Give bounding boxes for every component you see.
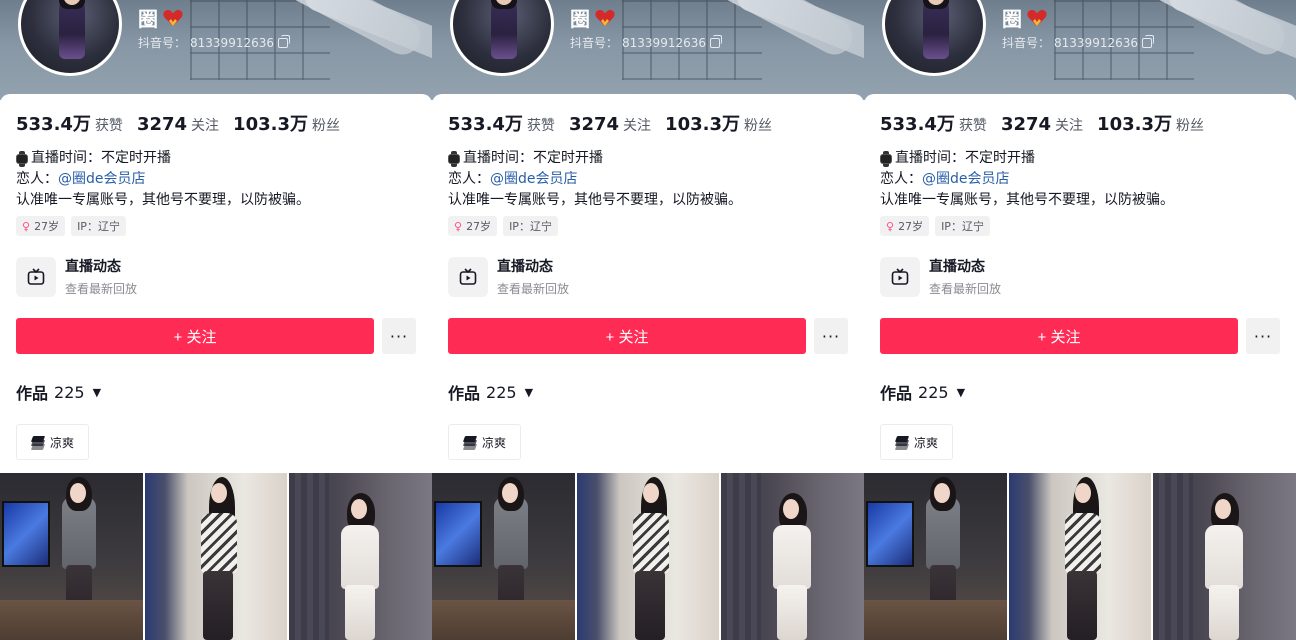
stat-followers[interactable]: 103.3万 粉丝 [233,110,340,136]
caret-down-icon: ▼ [956,385,966,399]
layers-icon [30,435,46,450]
stats-row: 533.4万 获赞 3274 关注 103.3万 粉丝 [16,110,354,136]
collection-chip[interactable]: 凉爽 [880,424,954,460]
video-grid [864,473,1296,640]
bio: 直播时间：不定时开播 恋人： @圈de会员店 认准唯一专属账号，其他号不要理，以防… [16,150,310,208]
layers-icon [462,435,478,450]
age-tag: ♀ 27岁 [16,216,66,236]
action-row: + 关注 ··· [16,318,416,354]
video-grid [432,473,864,640]
layers-icon [894,435,910,450]
follow-button[interactable]: + 关注 [448,318,806,354]
watch-icon [880,150,892,167]
video-thumbnail[interactable] [1153,473,1296,640]
live-updates[interactable]: 直播动态 查看最新回放 [448,256,569,297]
video-thumbnail[interactable] [289,473,432,640]
action-row: + 关注 ··· [880,318,1280,354]
collection-chip[interactable]: 凉爽 [448,424,522,460]
douyin-id: 抖音号： 81339912636 [138,34,290,51]
profile-name: 圈 [1002,7,1022,31]
tv-live-icon [880,256,920,297]
profile-name: 圈 [138,7,158,31]
female-icon: ♀ [454,219,463,233]
stat-likes[interactable]: 533.4万 获赞 [880,110,987,136]
follow-button[interactable]: + 关注 [16,318,374,354]
action-row: + 关注 ··· [448,318,848,354]
caret-down-icon: ▼ [92,385,102,399]
profile-panel-3: 圈 抖音号： 81339912636 533.4万 获赞 3274 关注 103.3… [864,0,1296,640]
avatar[interactable] [882,0,986,76]
watch-icon [448,150,460,167]
female-icon: ♀ [22,219,31,233]
heart-icon [162,7,184,29]
profile-tags: ♀ 27岁 IP：辽宁 [16,216,126,236]
watch-icon [16,150,28,167]
stat-following[interactable]: 3274 关注 [137,114,219,135]
tv-live-icon [448,256,488,297]
profile-banner: 圈 抖音号： 81339912636 [0,0,432,100]
bio: 直播时间：不定时开播 恋人： @圈de会员店 认准唯一专属账号，其他号不要理，以防… [448,150,742,208]
female-icon: ♀ [886,219,895,233]
live-updates[interactable]: 直播动态 查看最新回放 [16,256,137,297]
stats-row: 533.4万 获赞 3274 关注 103.3万 粉丝 [880,110,1218,136]
video-thumbnail[interactable] [576,473,720,640]
mention-link[interactable]: @圈de会员店 [490,169,578,190]
heart-icon [1026,7,1048,29]
ip-tag: IP：辽宁 [935,216,990,236]
profile-name: 圈 [570,7,590,31]
age-tag: ♀ 27岁 [880,216,930,236]
stat-likes[interactable]: 533.4万 获赞 [16,110,123,136]
tv-live-icon [16,256,56,297]
profile-banner: 圈 抖音号： 81339912636 [864,0,1296,100]
works-tab[interactable]: 作品 225 ▼ [16,380,101,404]
stats-row: 533.4万 获赞 3274 关注 103.3万 粉丝 [448,110,786,136]
triptych: 圈 抖音号： 81339912636 533.4万 获赞 3274 关注 103.3… [0,0,1296,640]
more-icon[interactable]: ··· [1246,318,1280,354]
caret-down-icon: ▼ [524,385,534,399]
stat-followers[interactable]: 103.3万 粉丝 [665,110,772,136]
video-thumbnail[interactable] [144,473,288,640]
video-thumbnail[interactable] [864,473,1007,640]
stat-following[interactable]: 3274 关注 [1001,114,1083,135]
avatar[interactable] [18,0,122,76]
video-grid [0,473,432,640]
ip-tag: IP：辽宁 [503,216,558,236]
copy-icon[interactable] [710,34,722,48]
copy-icon[interactable] [278,34,290,48]
video-thumbnail[interactable] [1008,473,1152,640]
bio: 直播时间：不定时开播 恋人： @圈de会员店 认准唯一专属账号，其他号不要理，以防… [880,150,1174,208]
video-thumbnail[interactable] [0,473,143,640]
works-tab[interactable]: 作品 225 ▼ [448,380,533,404]
stat-following[interactable]: 3274 关注 [569,114,651,135]
video-thumbnail[interactable] [432,473,575,640]
profile-tags: ♀ 27岁 IP：辽宁 [880,216,990,236]
profile-panel-1: 圈 抖音号： 81339912636 533.4万 获赞 3274 关注 103.3… [0,0,432,640]
mention-link[interactable]: @圈de会员店 [58,169,146,190]
live-updates[interactable]: 直播动态 查看最新回放 [880,256,1001,297]
ip-tag: IP：辽宁 [71,216,126,236]
works-tab[interactable]: 作品 225 ▼ [880,380,965,404]
stat-likes[interactable]: 533.4万 获赞 [448,110,555,136]
copy-icon[interactable] [1142,34,1154,48]
age-tag: ♀ 27岁 [448,216,498,236]
collection-chip[interactable]: 凉爽 [16,424,90,460]
profile-tags: ♀ 27岁 IP：辽宁 [448,216,558,236]
douyin-id: 抖音号： 81339912636 [570,34,722,51]
video-thumbnail[interactable] [721,473,864,640]
follow-button[interactable]: + 关注 [880,318,1238,354]
more-icon[interactable]: ··· [382,318,416,354]
avatar[interactable] [450,0,554,76]
stat-followers[interactable]: 103.3万 粉丝 [1097,110,1204,136]
profile-banner: 圈 抖音号： 81339912636 [432,0,864,100]
douyin-id: 抖音号： 81339912636 [1002,34,1154,51]
mention-link[interactable]: @圈de会员店 [922,169,1010,190]
heart-icon [594,7,616,29]
more-icon[interactable]: ··· [814,318,848,354]
profile-panel-2: 圈 抖音号： 81339912636 533.4万 获赞 3274 关注 103.3… [432,0,864,640]
